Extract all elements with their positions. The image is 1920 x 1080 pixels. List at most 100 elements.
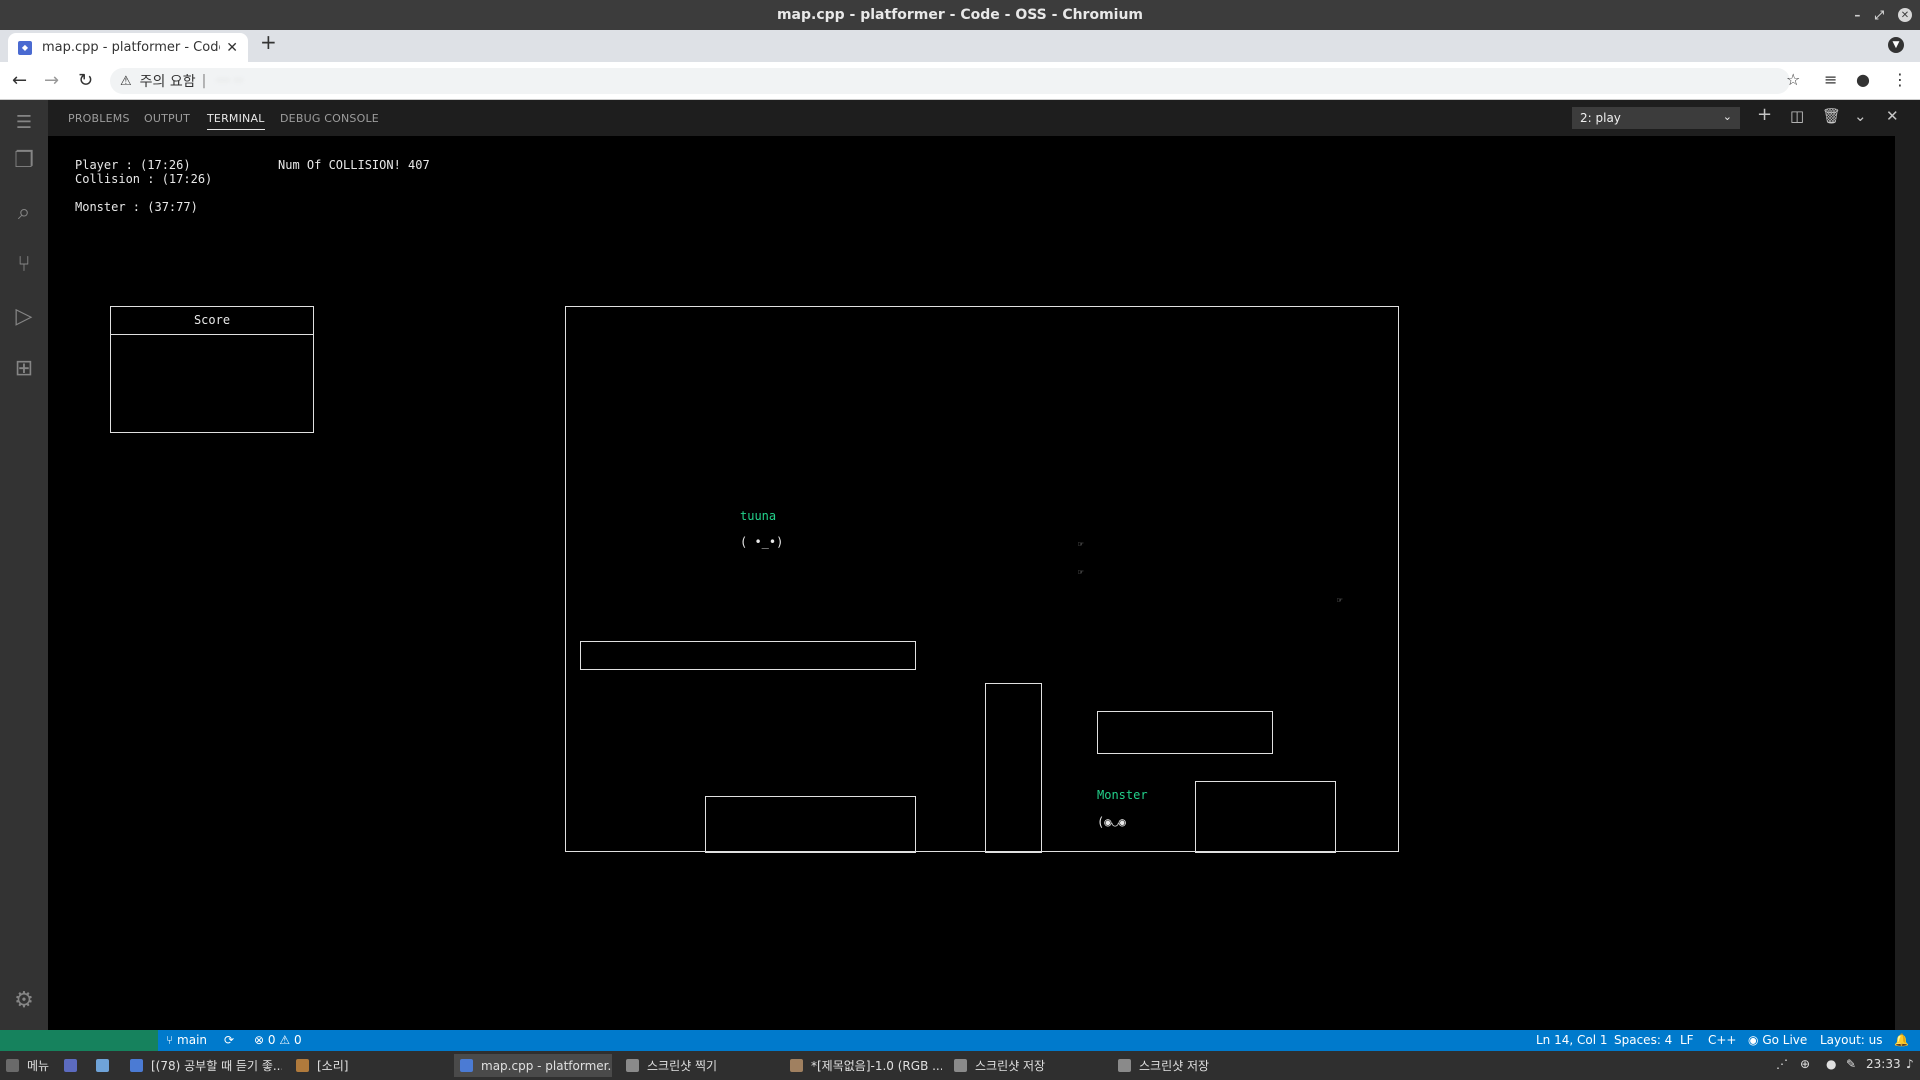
kill-terminal-icon[interactable]: 🗑 [1822,107,1841,125]
bookmark-star-icon[interactable]: ☆ [1786,70,1800,89]
window-close-icon[interactable]: ✕ [1898,8,1912,22]
score-box: Score [110,306,314,433]
browser-toolbar: ← → ↻ ⚠ 주의 요함 | ··· ·· ☆ ≡ ● ⋮ [0,62,1920,100]
taskbar-item[interactable]: *[제목없음]-1.0 (RGB ... [784,1054,942,1077]
taskbar-item-label: map.cpp - platformer... [481,1058,612,1073]
taskbar-item[interactable]: 스크린샷 저장 [1112,1054,1270,1077]
monster-coords: Monster : (37:77) [75,200,198,214]
warning-icon: ⚠ [279,1033,291,1047]
reload-icon[interactable]: ↻ [78,70,93,91]
game-map: tuuna ( •_•) ☞ ☞ ☞ Monster (◉◡◉ [565,306,1399,853]
files-launcher[interactable] [90,1054,118,1077]
media-icon[interactable]: ≡ [1824,70,1837,89]
window-controls: – ⤢ ✕ [1854,0,1912,30]
notifications-icon[interactable]: 🔔 [1894,1033,1909,1047]
taskbar-item[interactable]: 스크린샷 저장 [948,1054,1106,1077]
language-mode[interactable]: C++ [1708,1033,1737,1047]
url-text: ··· ·· [216,73,244,89]
branch-indicator[interactable]: ⑂ main [166,1033,207,1047]
projectile-icon: ☞ [1078,568,1084,578]
taskbar-item[interactable]: [소리] [290,1054,448,1077]
problems-indicator[interactable]: ⊗ 0 ⚠ 0 [254,1033,302,1047]
desktop-icon [64,1059,77,1072]
terminal[interactable]: Player : (17:26) Num Of COLLISION! 407 C… [68,148,1895,1028]
status-bar: ⑂ main ⟳ ⊗ 0 ⚠ 0 Ln 14, Col 1 Spaces: 4 … [0,1030,1920,1051]
warning-icon: ⚠ [120,73,132,89]
taskbar-item-label: 스크린샷 저장 [975,1059,1046,1073]
maximize-panel-icon[interactable]: ⌄ [1854,107,1867,125]
indentation[interactable]: Spaces: 4 [1614,1033,1672,1047]
settings-gear-icon[interactable]: ⚙ [10,986,38,1014]
activity-bar: ☰ ❐ ⌕ ⑂ ▷ ⊞ ⚙ [0,100,48,1030]
branch-name: main [177,1033,208,1047]
tab-debug-console[interactable]: DEBUG CONSOLE [280,112,379,125]
split-terminal-icon[interactable]: ◫ [1790,107,1804,125]
keyboard-layout[interactable]: Layout: us [1820,1033,1883,1047]
taskbar-item-label: 스크린샷 저장 [1139,1059,1210,1073]
clock[interactable]: 23:33 [1866,1057,1901,1071]
terminal-selector[interactable]: 2: play ⌄ [1572,107,1740,129]
extensions-icon[interactable]: ⊞ [10,354,38,382]
collision-coords: Collision : (17:26) [75,172,213,186]
network-icon[interactable]: ⋰ [1776,1057,1788,1071]
forward-icon[interactable]: → [44,70,59,91]
player-sprite: ( •_•) [740,535,784,549]
monster-name: Monster [1097,788,1148,802]
search-icon[interactable]: ⌕ [10,198,38,226]
terminal-selector-value: 2: play [1580,111,1621,125]
run-debug-icon[interactable]: ▷ [10,302,38,330]
score-label: Score [111,307,313,335]
user-icon[interactable]: ● [1826,1057,1836,1071]
browser-tab-active[interactable]: ◆ map.cpp - platformer - Code - OSS ✕ [8,33,248,62]
sound-icon [296,1059,309,1072]
eol[interactable]: LF [1680,1033,1694,1047]
new-tab-icon[interactable]: + [260,30,277,54]
taskbar-item[interactable]: [(78) 공부할 때 듣기 좋... [124,1054,282,1077]
explorer-icon[interactable]: ❐ [10,146,38,174]
new-terminal-icon[interactable]: + [1757,104,1772,125]
cursor-position[interactable]: Ln 14, Col 1 [1536,1033,1608,1047]
close-panel-icon[interactable]: ✕ [1886,107,1899,125]
chromium-icon [460,1059,473,1072]
monster-sprite: (◉◡◉ [1097,815,1126,829]
start-menu-button[interactable]: 메뉴 [0,1054,58,1077]
tab-title: map.cpp - platformer - Code - OSS [42,40,220,55]
tab-output[interactable]: OUTPUT [144,112,190,125]
volume-icon[interactable]: ♪ [1906,1057,1914,1071]
terminal-scroll-gutter[interactable] [1895,136,1920,1030]
chromium-icon [130,1059,143,1072]
tab-close-icon[interactable]: ✕ [226,40,238,56]
os-taskbar: 메뉴 [(78) 공부할 때 듣기 좋... [소리] map.cpp - pl… [0,1051,1920,1080]
show-desktop-button[interactable] [58,1054,86,1077]
start-menu-label: 메뉴 [27,1059,50,1073]
taskbar-item-active[interactable]: map.cpp - platformer... [454,1054,612,1077]
security-label[interactable]: 주의 요함 [140,71,196,91]
gimp-icon [790,1059,803,1072]
screenshot-icon [626,1059,639,1072]
go-live-button[interactable]: ◉ Go Live [1748,1033,1807,1047]
taskbar-item[interactable]: 스크린샷 찍기 [620,1054,778,1077]
minimize-icon[interactable]: – [1854,8,1860,22]
restore-icon[interactable]: ⤢ [1874,8,1884,23]
player-coords: Player : (17:26) [75,158,191,172]
remote-indicator[interactable] [0,1030,158,1051]
address-bar[interactable]: ⚠ 주의 요함 | ··· ·· [110,68,1790,94]
menu-kebab-icon[interactable]: ⋮ [1892,70,1908,89]
source-control-icon[interactable]: ⑂ [10,250,38,278]
pillar [985,683,1042,853]
projectile-icon: ☞ [1337,596,1343,606]
pen-icon[interactable]: ✎ [1846,1057,1856,1071]
sync-icon[interactable]: ⟳ [224,1033,234,1047]
platform [1195,781,1336,853]
error-count: 0 [267,1033,276,1047]
platform [705,796,916,853]
tab-search-icon[interactable]: ▼ [1888,37,1904,53]
error-icon: ⊗ [254,1033,265,1047]
language-globe-icon[interactable]: ⊕ [1800,1057,1810,1071]
collision-count: Num Of COLLISION! 407 [278,158,430,172]
back-icon[interactable]: ← [12,70,27,91]
hamburger-menu-icon[interactable]: ☰ [10,108,38,136]
tab-problems[interactable]: PROBLEMS [68,112,130,125]
tab-terminal[interactable]: TERMINAL [207,112,265,130]
profile-icon[interactable]: ● [1856,70,1870,89]
